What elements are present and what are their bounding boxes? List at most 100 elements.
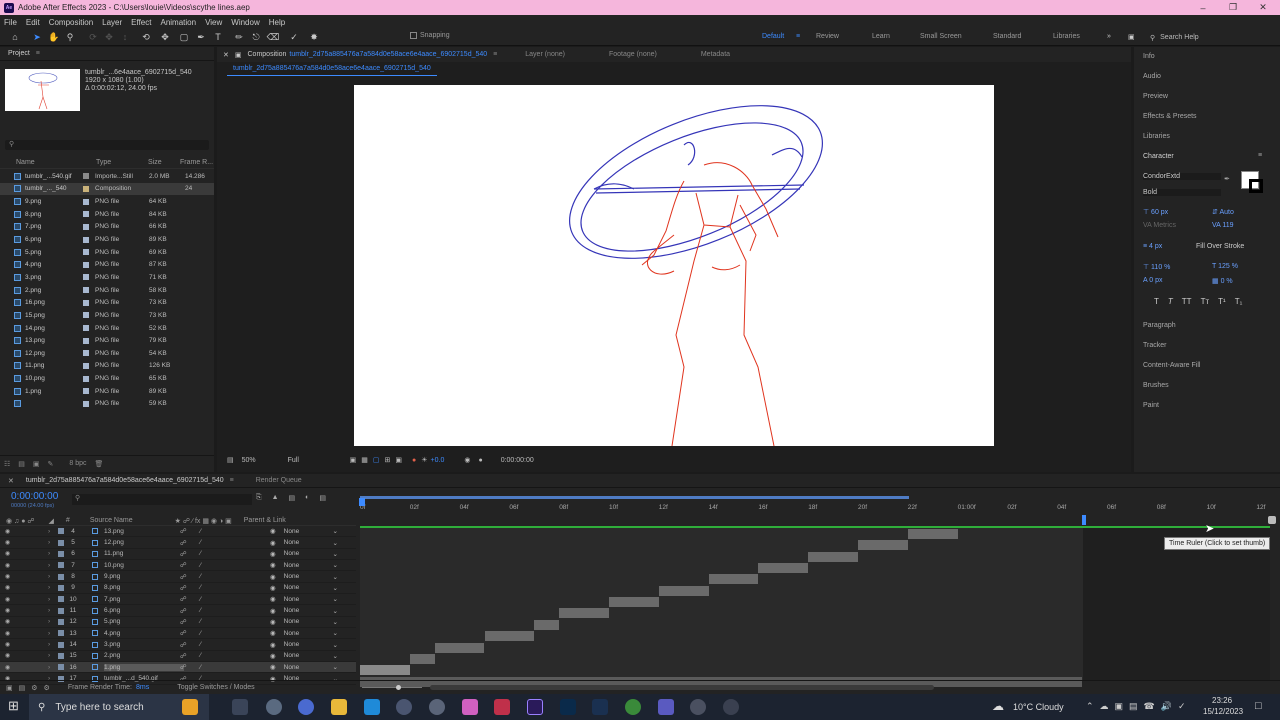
project-item[interactable]: 13.png PNG file 79 KB (0, 334, 214, 347)
effects-presets-panel[interactable]: Effects & Presets (1143, 113, 1197, 120)
visibility-eye-icon[interactable]: ◉ (5, 607, 10, 614)
layer-duration-bar[interactable] (858, 540, 908, 551)
pick-whip-icon[interactable]: ◉ (270, 652, 276, 660)
interpret-footage-icon[interactable]: ☷ (4, 460, 10, 468)
exposure-icon[interactable]: ☀ (421, 456, 427, 464)
eraser-tool-icon[interactable]: ⌫ (267, 31, 280, 43)
project-item[interactable]: 7.png PNG file 66 KB (0, 221, 214, 234)
libraries-panel[interactable]: Libraries (1143, 133, 1170, 140)
pick-whip-icon[interactable]: ◉ (270, 663, 276, 671)
quality-switch-icon[interactable]: ∕ (200, 528, 201, 535)
timeline-menu-icon[interactable]: ≡ (230, 477, 234, 484)
shy-switch-icon[interactable]: ☍ (180, 584, 187, 592)
expand-chevron-icon[interactable]: › (48, 584, 50, 591)
new-comp-icon[interactable]: ▣ (33, 460, 40, 468)
view-options-icon[interactable]: ▣ (395, 456, 402, 464)
expand-chevron-icon[interactable]: › (48, 652, 50, 659)
layer-duration-bar[interactable] (808, 551, 858, 562)
small-caps-button[interactable]: Tт (1201, 297, 1210, 306)
expand-chevron-icon[interactable]: › (48, 664, 50, 671)
motion-blur-icon[interactable]: ◐ (305, 494, 309, 502)
menu-layer[interactable]: Layer (102, 18, 122, 27)
more-workspaces-icon[interactable]: » (1107, 33, 1111, 40)
character-panel-title[interactable]: Character (1143, 153, 1174, 160)
pen-tool-icon[interactable]: ✒ (195, 31, 207, 43)
project-item[interactable]: 8.png PNG file 84 KB (0, 208, 214, 221)
windows-start-icon[interactable]: ⊞ (8, 698, 19, 714)
adjust-icon[interactable]: ✎ (48, 460, 54, 468)
timeline-search-input[interactable]: ⚲ (72, 494, 252, 505)
layer-row[interactable]: ◉ › 11 6.png ☍ ∕ ◉ None ⌄ (0, 605, 356, 617)
region-icon[interactable]: ▣ (350, 456, 357, 464)
project-item[interactable]: 15.png PNG file 73 KB (0, 309, 214, 322)
project-item[interactable]: tumblr_..._540 Composition 24 (0, 182, 214, 196)
parent-dropdown[interactable]: None (284, 652, 333, 659)
quality-switch-icon[interactable]: ∕ (200, 664, 201, 671)
always-preview-icon[interactable]: ▤ (227, 456, 234, 464)
workspace-learn[interactable]: Learn (872, 33, 890, 40)
menu-help[interactable]: Help (269, 18, 285, 27)
clock-time[interactable]: 23:26 (1212, 696, 1232, 705)
photoshop-icon[interactable] (560, 699, 576, 715)
layer-label-color[interactable] (58, 618, 64, 625)
color-channels-icon[interactable]: ● (412, 457, 416, 464)
expand-chevron-icon[interactable]: › (48, 573, 50, 580)
workspace-review[interactable]: Review (816, 33, 839, 40)
close-button[interactable]: ✕ (1248, 0, 1278, 15)
tracker-panel[interactable]: Tracker (1143, 342, 1166, 349)
layer-row[interactable]: ◉ › 5 12.png ☍ ∕ ◉ None ⌄ (0, 537, 356, 549)
project-item[interactable]: 3.png PNG file 71 KB (0, 271, 214, 284)
shy-switch-icon[interactable]: ☍ (180, 550, 187, 558)
expand-chevron-icon[interactable]: › (48, 630, 50, 637)
label-color-swatch[interactable] (83, 198, 89, 205)
col-name[interactable]: Name (0, 159, 88, 168)
layer-source-name[interactable]: 2.png (104, 652, 184, 659)
shy-switch-icon[interactable]: ☍ (180, 652, 187, 660)
expand-chevron-icon[interactable]: › (48, 550, 50, 557)
visibility-eye-icon[interactable]: ◉ (5, 664, 10, 671)
dolly-tool-icon[interactable]: ↕ (119, 31, 131, 43)
layer-source-name[interactable]: 10.png (104, 562, 184, 569)
visibility-eye-icon[interactable]: ◉ (5, 584, 10, 591)
visibility-eye-icon[interactable]: ◉ (5, 562, 10, 569)
preview-panel[interactable]: Preview (1143, 93, 1168, 100)
taskbar-app2-icon[interactable] (298, 699, 314, 715)
composition-tab-name[interactable]: tumblr_2d75a885476a7a584d0e58ace6e4aace_… (289, 51, 487, 58)
layer-tab[interactable]: Layer (none) (525, 51, 565, 58)
av-features-icon[interactable]: ◉ ♫ ● ☍ (6, 517, 35, 525)
parent-link[interactable]: ◉ None ⌄ (270, 527, 338, 536)
audio-panel[interactable]: Audio (1143, 73, 1161, 80)
current-time-display[interactable]: 0:00:00:00 (11, 491, 58, 502)
layer-source-name[interactable]: 7.png (104, 596, 184, 603)
zoom-dropdown[interactable]: 50% (242, 457, 282, 464)
shy-switch-icon[interactable]: ☍ (180, 607, 187, 615)
expand-chevron-icon[interactable]: › (48, 562, 50, 569)
pick-whip-icon[interactable]: ◉ (270, 618, 276, 626)
quality-switch-icon[interactable]: ∕ (200, 550, 201, 557)
layer-source-name[interactable]: 4.png (104, 630, 184, 637)
superscript-button[interactable]: T¹ (1218, 297, 1226, 306)
stroke-type-dropdown[interactable]: Fill Over Stroke (1196, 243, 1244, 250)
expand-chevron-icon[interactable]: › (48, 618, 50, 625)
selection-tool-icon[interactable]: ➤ (31, 31, 43, 43)
bpc-label[interactable]: 8 bpc (69, 460, 86, 467)
system-tray-icons[interactable]: ⌃☁▣▤☎🔊✓ (1086, 701, 1192, 712)
quality-switch-icon[interactable]: ∕ (200, 573, 201, 580)
timeline-scrollbar[interactable] (430, 685, 934, 690)
workspace-small-screen[interactable]: Small Screen (920, 33, 962, 40)
layer-label-color[interactable] (58, 652, 64, 659)
layer-duration-bar[interactable] (534, 619, 560, 630)
label-color-swatch[interactable] (83, 249, 89, 256)
horizontal-scale-field[interactable]: T 125 % (1212, 263, 1238, 270)
shy-switch-icon[interactable]: ☍ (180, 618, 187, 626)
taskbar-app3-icon[interactable] (364, 699, 380, 715)
project-item[interactable]: 1.png PNG file 89 KB (0, 385, 214, 398)
expand-chevron-icon[interactable]: › (48, 607, 50, 614)
snapping-checkbox[interactable] (410, 32, 417, 39)
mask-visibility-icon[interactable]: ▢ (373, 456, 380, 464)
taskbar-app6-icon[interactable] (462, 699, 478, 715)
pick-whip-icon[interactable]: ◉ (270, 629, 276, 637)
kerning-value[interactable]: Metrics (1153, 222, 1176, 229)
draft-3d-icon[interactable]: ▲ (272, 494, 279, 502)
current-time-indicator[interactable] (359, 498, 365, 506)
